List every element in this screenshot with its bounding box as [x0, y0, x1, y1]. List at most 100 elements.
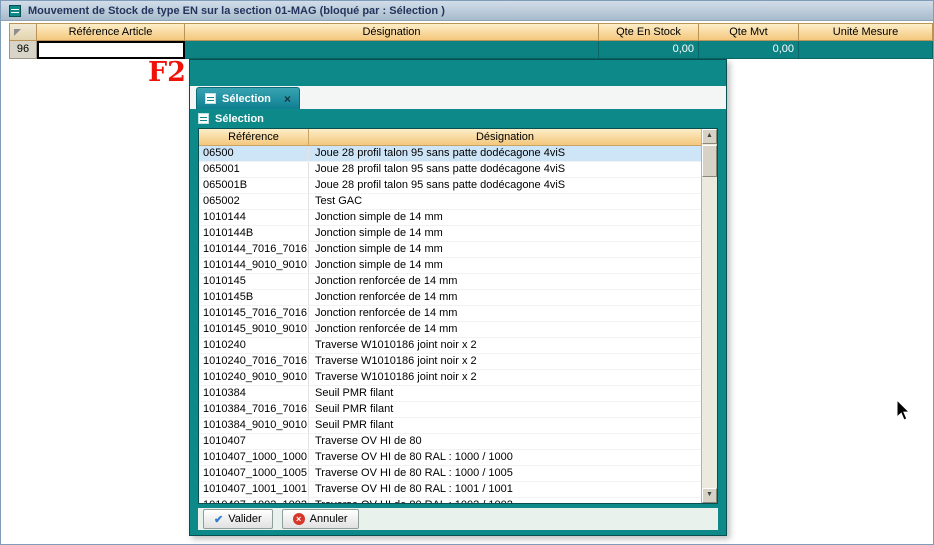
list-item[interactable]: 1010145BJonction renforcée de 14 mm — [199, 290, 701, 306]
list-item[interactable]: 1010407_1000_1000Traverse OV HI de 80 RA… — [199, 450, 701, 466]
column-header-qte-mvt[interactable]: Qte Mvt — [699, 23, 799, 41]
list-item[interactable]: 1010240Traverse W1010186 joint noir x 2 — [199, 338, 701, 354]
list-item-designation[interactable]: Traverse W1010186 joint noir x 2 — [309, 354, 701, 369]
list-item-reference[interactable]: 065002 — [199, 194, 309, 209]
list-item-designation[interactable]: Traverse OV HI de 80 RAL : 1000 / 1000 — [309, 450, 701, 465]
tab-close-icon[interactable]: × — [284, 92, 291, 106]
list-column-designation[interactable]: Désignation — [309, 129, 701, 146]
list-item[interactable]: 065001Joue 28 profil talon 95 sans patte… — [199, 162, 701, 178]
list-item[interactable]: 1010145_9010_9010Jonction renforcée de 1… — [199, 322, 701, 338]
list-item[interactable]: 1010407_1000_1005Traverse OV HI de 80 RA… — [199, 466, 701, 482]
grid-corner-cell[interactable] — [9, 23, 37, 41]
list-item-designation[interactable]: Jonction renforcée de 14 mm — [309, 322, 701, 337]
list-item-reference[interactable]: 1010407_1001_1001 — [199, 482, 309, 497]
row-number-cell[interactable]: 96 — [9, 41, 37, 59]
vertical-scrollbar[interactable]: ▲ ▼ — [701, 129, 717, 503]
list-item[interactable]: 1010407Traverse OV HI de 80 — [199, 434, 701, 450]
list-item[interactable]: 1010144Jonction simple de 14 mm — [199, 210, 701, 226]
list-item-designation[interactable]: Traverse OV HI de 80 RAL : 1001 / 1001 — [309, 482, 701, 497]
list-item-designation[interactable]: Jonction simple de 14 mm — [309, 210, 701, 225]
list-item-designation[interactable]: Jonction renforcée de 14 mm — [309, 290, 701, 305]
valider-button[interactable]: ✔ Valider — [203, 509, 273, 529]
list-item-designation[interactable]: Traverse OV HI de 80 — [309, 434, 701, 449]
list-item-reference[interactable]: 1010145_9010_9010 — [199, 322, 309, 337]
list-item[interactable]: 1010384_7016_7016Seuil PMR filant — [199, 402, 701, 418]
column-header-qte-en-stock[interactable]: Qte En Stock — [599, 23, 699, 41]
scroll-down-icon[interactable]: ▼ — [702, 488, 717, 503]
list-item-reference[interactable]: 1010240 — [199, 338, 309, 353]
list-item-designation[interactable]: Seuil PMR filant — [309, 402, 701, 417]
list-item-designation[interactable]: Traverse W1010186 joint noir x 2 — [309, 338, 701, 353]
column-header-reference-article[interactable]: Référence Article — [37, 23, 185, 41]
list-item-designation[interactable]: Seuil PMR filant — [309, 418, 701, 433]
list-column-reference[interactable]: Référence — [199, 129, 309, 146]
list-item-reference[interactable]: 1010384_9010_9010 — [199, 418, 309, 433]
list-item-reference[interactable]: 1010384_7016_7016 — [199, 402, 309, 417]
list-item-reference[interactable]: 1010145_7016_7016 — [199, 306, 309, 321]
unite-mesure-cell[interactable] — [799, 41, 933, 59]
list-item-designation[interactable]: Jonction renforcée de 14 mm — [309, 274, 701, 289]
list-item[interactable]: 1010407_1001_1001Traverse OV HI de 80 RA… — [199, 482, 701, 498]
list-item-designation[interactable]: Joue 28 profil talon 95 sans patte dodéc… — [309, 178, 701, 193]
list-item-reference[interactable]: 065001B — [199, 178, 309, 193]
list-item-reference[interactable]: 06500 — [199, 146, 309, 161]
annuler-label: Annuler — [310, 513, 348, 525]
list-item-reference[interactable]: 1010144_9010_9010 — [199, 258, 309, 273]
selection-list-body: 06500Joue 28 profil talon 95 sans patte … — [199, 146, 701, 503]
list-item-reference[interactable]: 1010240_7016_7016 — [199, 354, 309, 369]
list-item-designation[interactable]: Traverse OV HI de 80 RAL : 1000 / 1005 — [309, 466, 701, 481]
list-item-reference[interactable]: 065001 — [199, 162, 309, 177]
list-item[interactable]: 1010144BJonction simple de 14 mm — [199, 226, 701, 242]
list-item-reference[interactable]: 1010407_1000_1005 — [199, 466, 309, 481]
column-header-unite-mesure[interactable]: Unité Mesure — [799, 23, 933, 41]
list-item-reference[interactable]: 1010240_9010_9010 — [199, 370, 309, 385]
list-item-designation[interactable]: Traverse W1010186 joint noir x 2 — [309, 370, 701, 385]
window-title: Mouvement de Stock de type EN sur la sec… — [28, 5, 445, 17]
tab-strip: Sélection × — [190, 86, 726, 109]
list-item-reference[interactable]: 1010407 — [199, 434, 309, 449]
scrollbar-track[interactable] — [702, 144, 717, 488]
qte-en-stock-cell[interactable]: 0,00 — [599, 41, 699, 59]
annuler-button[interactable]: × Annuler — [282, 509, 359, 529]
scrollbar-thumb[interactable] — [702, 145, 717, 177]
list-item[interactable]: 065002Test GAC — [199, 194, 701, 210]
list-item[interactable]: 1010145_7016_7016Jonction renforcée de 1… — [199, 306, 701, 322]
list-item-designation[interactable]: Test GAC — [309, 194, 701, 209]
list-item-designation[interactable]: Seuil PMR filant — [309, 386, 701, 401]
column-header-designation[interactable]: Désignation — [185, 23, 599, 41]
table-icon — [198, 113, 209, 124]
scroll-up-icon[interactable]: ▲ — [702, 129, 717, 144]
list-item-designation[interactable]: Joue 28 profil talon 95 sans patte dodéc… — [309, 162, 701, 177]
selection-popup: Sélection × Sélection Référence Désignat… — [189, 59, 727, 536]
list-item-designation[interactable]: Jonction simple de 14 mm — [309, 258, 701, 273]
list-item[interactable]: 1010144_7016_7016Jonction simple de 14 m… — [199, 242, 701, 258]
list-item[interactable]: 06500Joue 28 profil talon 95 sans patte … — [199, 146, 701, 162]
list-item-designation[interactable]: Jonction renforcée de 14 mm — [309, 306, 701, 321]
list-item[interactable]: 1010240_9010_9010Traverse W1010186 joint… — [199, 370, 701, 386]
button-bar: ✔ Valider × Annuler — [198, 508, 718, 530]
list-item[interactable]: 1010407_1002_1002Traverse OV HI de 80 RA… — [199, 498, 701, 503]
list-item-reference[interactable]: 1010144B — [199, 226, 309, 241]
list-item-designation[interactable]: Joue 28 profil talon 95 sans patte dodéc… — [309, 146, 701, 161]
designation-cell[interactable] — [185, 41, 599, 59]
list-item[interactable]: 1010384_9010_9010Seuil PMR filant — [199, 418, 701, 434]
list-item-reference[interactable]: 1010144_7016_7016 — [199, 242, 309, 257]
list-item[interactable]: 1010240_7016_7016Traverse W1010186 joint… — [199, 354, 701, 370]
list-item-reference[interactable]: 1010145 — [199, 274, 309, 289]
list-item-designation[interactable]: Jonction simple de 14 mm — [309, 226, 701, 241]
list-item[interactable]: 065001BJoue 28 profil talon 95 sans patt… — [199, 178, 701, 194]
list-item-reference[interactable]: 1010407_1000_1000 — [199, 450, 309, 465]
list-item-reference[interactable]: 1010145B — [199, 290, 309, 305]
list-item[interactable]: 1010145Jonction renforcée de 14 mm — [199, 274, 701, 290]
list-item[interactable]: 1010384Seuil PMR filant — [199, 386, 701, 402]
f2-annotation: F2 — [148, 57, 186, 88]
tab-selection[interactable]: Sélection × — [196, 87, 300, 109]
list-item-designation[interactable]: Traverse OV HI de 80 RAL : 1002 / 1002 — [309, 498, 701, 503]
list-item-designation[interactable]: Jonction simple de 14 mm — [309, 242, 701, 257]
corner-triangle-icon — [14, 29, 21, 36]
list-item[interactable]: 1010144_9010_9010Jonction simple de 14 m… — [199, 258, 701, 274]
list-item-reference[interactable]: 1010407_1002_1002 — [199, 498, 309, 503]
qte-mvt-cell[interactable]: 0,00 — [699, 41, 799, 59]
list-item-reference[interactable]: 1010144 — [199, 210, 309, 225]
list-item-reference[interactable]: 1010384 — [199, 386, 309, 401]
